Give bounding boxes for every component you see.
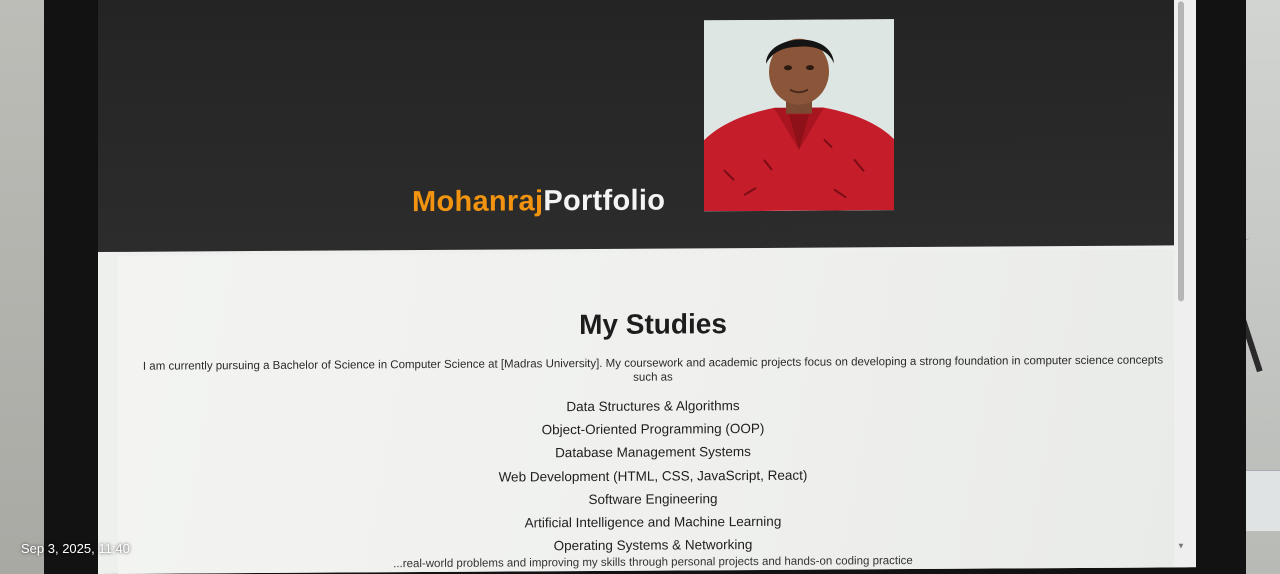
studies-section: My Studies I am currently pursuing a Bac… [118, 249, 1174, 574]
monitor-screen: MohanrajPortfolio My Studies I am curren… [98, 0, 1196, 574]
scroll-down-arrow-icon[interactable]: ▼ [1177, 541, 1185, 550]
topic-list: Data Structures & Algorithms Object-Orie… [118, 391, 1188, 560]
photo-timestamp: Sep 3, 2025, 11:40 [21, 541, 130, 556]
section-title: My Studies [579, 308, 727, 341]
profile-photo-illustration [704, 19, 894, 212]
photo-scene: MohanrajPortfolio My Studies I am curren… [0, 0, 1280, 574]
profile-photo [704, 19, 894, 212]
brand-first-name: Mohanraj [412, 185, 544, 219]
brand-portfolio: Portfolio [543, 184, 666, 218]
scrollbar-thumb[interactable] [1178, 1, 1184, 302]
hero-banner: MohanrajPortfolio [98, 0, 1174, 253]
site-brand[interactable]: MohanrajPortfolio [412, 185, 665, 220]
intro-paragraph: I am currently pursuing a Bachelor of Sc… [142, 354, 1164, 384]
page-scrollbar[interactable]: ▼ [1174, 0, 1188, 568]
